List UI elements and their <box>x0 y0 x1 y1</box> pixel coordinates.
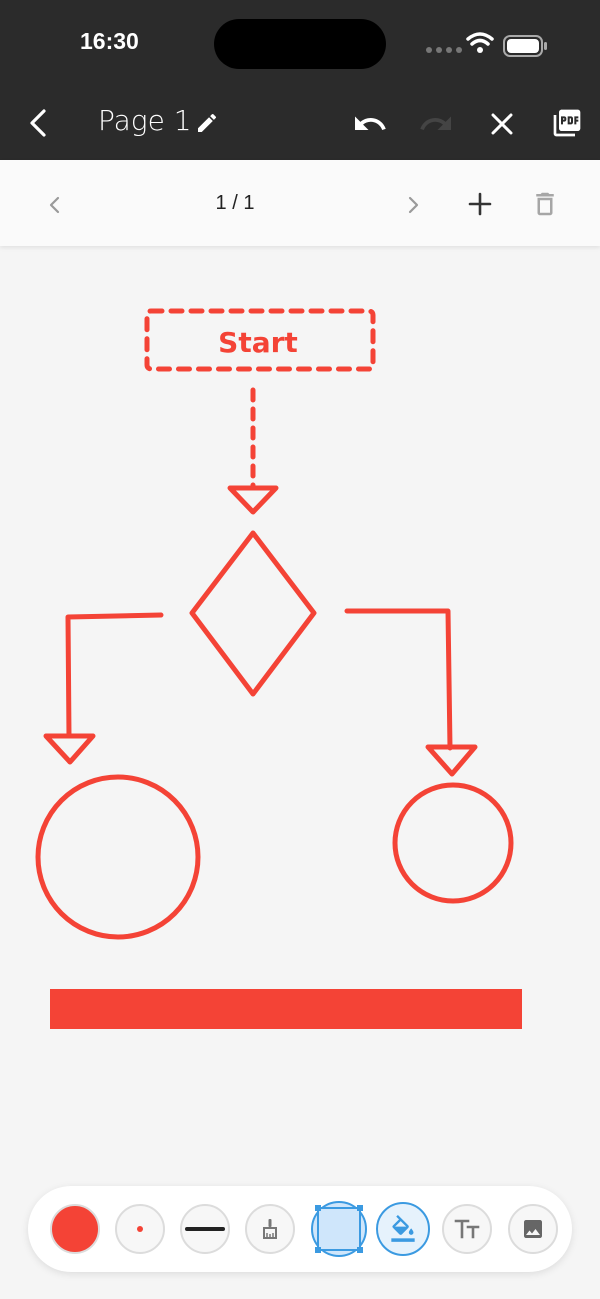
fill-bucket-icon <box>391 1215 415 1242</box>
next-page-button[interactable] <box>398 190 428 220</box>
line-width-tool[interactable] <box>180 1204 230 1254</box>
arrow-head-right <box>425 744 478 777</box>
arrow-head-left <box>43 733 96 765</box>
undo-icon <box>355 116 386 130</box>
text-tool[interactable] <box>442 1204 492 1254</box>
brush-tool[interactable] <box>245 1204 295 1254</box>
status-icons <box>426 32 547 57</box>
export-pdf-button[interactable] <box>550 106 584 140</box>
add-page-button[interactable] <box>464 188 496 220</box>
back-button[interactable] <box>22 106 56 140</box>
shape-tool[interactable] <box>311 1201 367 1257</box>
close-icon <box>491 113 513 135</box>
left-circle <box>35 774 201 940</box>
wifi-icon <box>466 32 494 46</box>
filled-rectangle <box>50 989 522 1029</box>
pdf-icon <box>553 109 581 137</box>
fill-tool[interactable] <box>376 1202 430 1256</box>
dot-icon <box>137 1226 143 1232</box>
tool-bar <box>28 1186 572 1272</box>
battery-icon <box>503 35 547 57</box>
prev-page-icon <box>49 196 60 214</box>
page-nav-bar <box>0 160 600 246</box>
square-shape-icon <box>315 1205 363 1253</box>
status-time: 16:30 <box>80 28 139 54</box>
brush-icon <box>263 1219 277 1239</box>
edit-title-button[interactable] <box>194 110 220 136</box>
signal-icon <box>426 47 462 53</box>
right-circle <box>392 782 514 904</box>
color-tool[interactable] <box>50 1204 100 1254</box>
dynamic-island <box>214 19 386 69</box>
back-icon <box>30 109 46 137</box>
line-icon <box>185 1227 225 1231</box>
right-connector <box>344 608 453 751</box>
image-icon <box>524 1220 542 1238</box>
edit-icon <box>198 113 217 132</box>
page-title[interactable]: Page 1 <box>98 104 192 137</box>
app-header: 16:30 Page 1 <box>0 0 600 160</box>
page-indicator: 1 / 1 <box>215 192 255 214</box>
redo-button[interactable] <box>418 106 454 142</box>
left-connector <box>65 612 164 739</box>
decision-diamond <box>189 530 317 697</box>
wifi-dot <box>477 47 483 53</box>
next-page-icon <box>408 196 419 214</box>
image-tool[interactable] <box>508 1204 558 1254</box>
arrow-head-top <box>227 485 279 515</box>
redo-icon <box>420 116 451 130</box>
add-page-icon <box>468 192 492 216</box>
start-label: Start <box>218 326 298 359</box>
close-button[interactable] <box>484 106 520 142</box>
text-icon <box>454 1219 480 1239</box>
undo-button[interactable] <box>352 106 388 142</box>
dot-size-tool[interactable] <box>115 1204 165 1254</box>
prev-page-button[interactable] <box>40 190 70 220</box>
delete-page-button[interactable] <box>529 187 561 221</box>
drawing-canvas[interactable]: Start <box>0 246 600 1299</box>
trash-icon <box>536 192 554 216</box>
